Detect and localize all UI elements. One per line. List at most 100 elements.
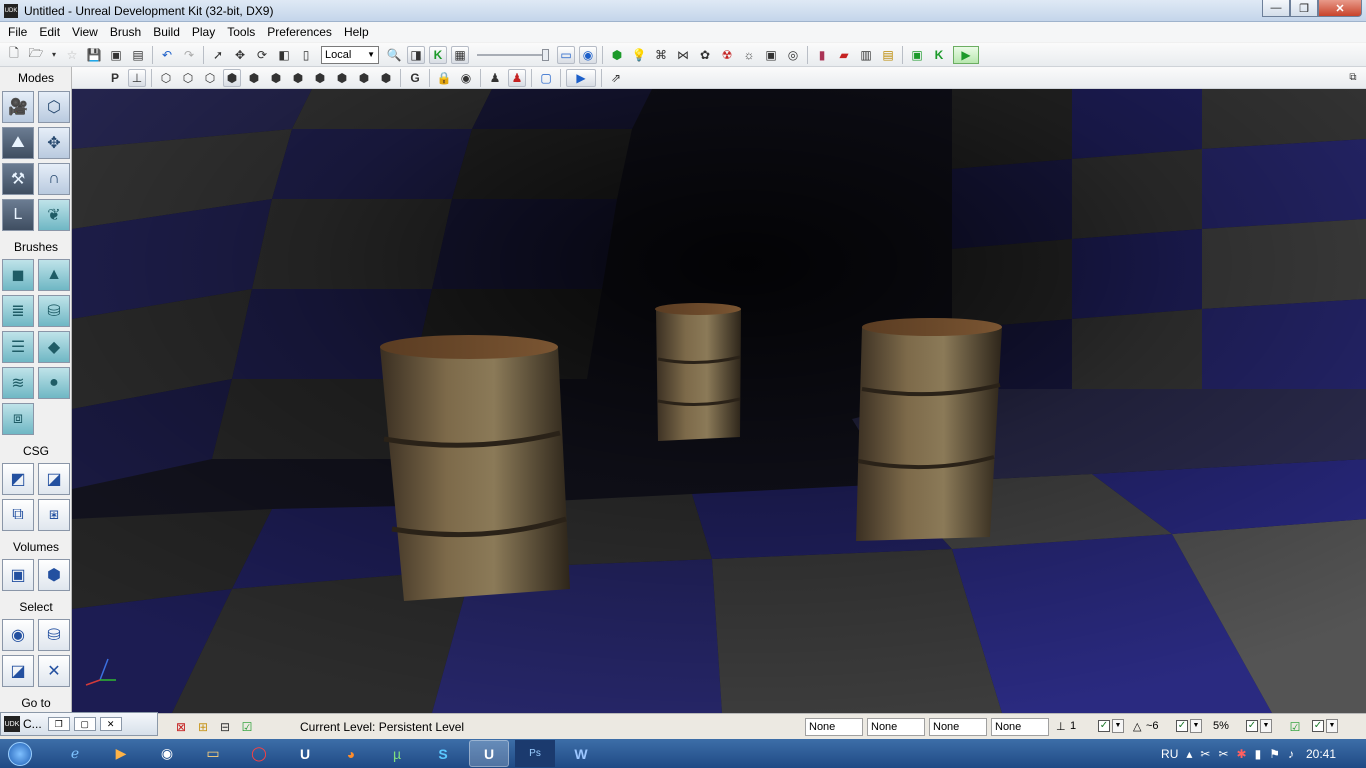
tray-alert-icon[interactable]: ✱: [1237, 747, 1247, 761]
open-icon[interactable]: 🗁: [27, 46, 45, 64]
mesh-paint-button[interactable]: ∩: [38, 163, 70, 195]
show-selected-button[interactable]: ◉: [2, 619, 34, 651]
status-field-1[interactable]: None: [805, 718, 863, 736]
csg-deintersect-button[interactable]: ⧆: [38, 499, 70, 531]
landscape-mode-button[interactable]: L: [2, 199, 34, 231]
sound-icon[interactable]: ◎: [784, 46, 802, 64]
slider-thumb[interactable]: [542, 48, 549, 61]
game-icon[interactable]: ◉: [147, 740, 187, 767]
package-icon[interactable]: ▥: [857, 46, 875, 64]
screenshot-icon[interactable]: ▣: [762, 46, 780, 64]
perspective-viewport[interactable]: [72, 89, 1366, 713]
save-as-icon[interactable]: ▣: [107, 46, 125, 64]
grid-size-dropdown[interactable]: ▼: [1112, 719, 1124, 733]
explorer-icon[interactable]: ▭: [193, 740, 233, 767]
geometry-mode-button[interactable]: ⬡: [38, 91, 70, 123]
menu-tools[interactable]: Tools: [221, 22, 261, 42]
close-icon[interactable]: ✕: [99, 717, 122, 731]
eye-icon[interactable]: ◉: [457, 69, 475, 87]
realtime-icon[interactable]: ♟: [486, 69, 504, 87]
camera-speed-slider[interactable]: [477, 48, 549, 61]
status-field-2[interactable]: None: [867, 718, 925, 736]
rotation-snap-checkbox[interactable]: ✓: [1176, 720, 1188, 732]
grid-snap-checkbox[interactable]: ✓: [1098, 720, 1110, 732]
network-icon[interactable]: ▮: [1255, 747, 1262, 761]
add-special-volume-button[interactable]: ⬢: [38, 559, 70, 591]
scale-snap-dropdown[interactable]: ▼: [1260, 719, 1272, 733]
viewport-type-icon[interactable]: ⊥: [128, 68, 146, 87]
texture-align-button[interactable]: ⚒: [2, 163, 34, 195]
kismet-icon[interactable]: K: [429, 45, 447, 64]
rotation-snap-dropdown[interactable]: ▼: [1190, 719, 1202, 733]
scale-snap-icon[interactable]: ⊟: [216, 718, 234, 736]
barrel-left[interactable]: [380, 335, 570, 601]
show-hidden-icons-icon[interactable]: ▴: [1186, 747, 1192, 761]
cube-brush-button[interactable]: ◼: [2, 259, 34, 291]
menu-play[interactable]: Play: [186, 22, 221, 42]
opera-icon[interactable]: ◯: [239, 740, 279, 767]
matinee-icon[interactable]: ▦: [451, 45, 469, 64]
flag-icon[interactable]: ⚑: [1269, 747, 1280, 761]
move-mode-button[interactable]: ✥: [38, 127, 70, 159]
realtime-preview-icon[interactable]: ☑: [1286, 718, 1304, 736]
redo-icon[interactable]: ↷: [180, 46, 198, 64]
csg-intersect-button[interactable]: ⧉: [2, 499, 34, 531]
shader-icon[interactable]: ▤: [879, 46, 897, 64]
restore-icon[interactable]: ❐: [47, 717, 70, 731]
unlit-icon[interactable]: ⬡: [201, 69, 219, 87]
brush-wireframe-icon[interactable]: ⬡: [157, 69, 175, 87]
coordinate-system-select[interactable]: Local ▼: [321, 45, 379, 64]
maximize-viewport-icon[interactable]: ⇗: [607, 69, 625, 87]
word-icon[interactable]: W: [561, 740, 601, 767]
build-geometry-icon[interactable]: ▭: [557, 45, 575, 64]
build-visible-icon[interactable]: ◉: [579, 45, 597, 64]
sheet-brush-button[interactable]: ◆: [38, 331, 70, 363]
preview-checkbox[interactable]: ✓: [1312, 720, 1324, 732]
cone-brush-button[interactable]: ▲: [38, 259, 70, 291]
tray-app-icon[interactable]: ✂: [1200, 747, 1210, 761]
build-paths-icon[interactable]: ⌘: [652, 46, 670, 64]
save-icon[interactable]: 💾: [85, 46, 103, 64]
menu-preferences[interactable]: Preferences: [261, 22, 338, 42]
scale-nonuniform-icon[interactable]: ▯: [297, 46, 315, 64]
publish-icon[interactable]: ▰: [835, 46, 853, 64]
translate-icon[interactable]: ✥: [231, 46, 249, 64]
detail-lighting-icon[interactable]: ⬢: [245, 69, 263, 87]
udk-active-icon[interactable]: U: [469, 740, 509, 767]
favorite-icon[interactable]: ☆: [63, 46, 81, 64]
lock-icon[interactable]: 🔒: [435, 69, 453, 87]
udk-taskbar-icon[interactable]: U: [285, 740, 325, 767]
terrain-mode-button[interactable]: ⛰: [2, 127, 34, 159]
content-browser-icon[interactable]: ◨: [407, 45, 425, 64]
clock[interactable]: 20:41: [1306, 747, 1336, 761]
utorrent-icon[interactable]: µ: [377, 740, 417, 767]
lighting-quality-icon[interactable]: ☢: [718, 46, 736, 64]
lit-icon[interactable]: ⬢: [223, 68, 241, 87]
status-field-3[interactable]: None: [929, 718, 987, 736]
spiral-stair-brush-button[interactable]: ≋: [2, 367, 34, 399]
photoshop-icon[interactable]: Ps: [515, 740, 555, 767]
start-button[interactable]: [0, 739, 40, 768]
play-button[interactable]: ▶: [953, 45, 979, 64]
build-lighting-icon[interactable]: ⬢: [608, 46, 626, 64]
bookmark-icon[interactable]: ▮: [813, 46, 831, 64]
minimized-window[interactable]: UDK C... ❐ ▢ ✕: [0, 712, 158, 736]
lightmap-density-icon[interactable]: ⬢: [355, 69, 373, 87]
menu-file[interactable]: File: [2, 22, 33, 42]
realtime-audio-icon[interactable]: ♟: [508, 68, 526, 87]
menu-edit[interactable]: Edit: [33, 22, 66, 42]
game-view-toggle[interactable]: G: [406, 69, 424, 87]
preview-dropdown[interactable]: ▼: [1326, 719, 1338, 733]
build-cover-icon[interactable]: ⋈: [674, 46, 692, 64]
light-complexity-icon[interactable]: ⬢: [289, 69, 307, 87]
select-arrow-icon[interactable]: ➚: [209, 46, 227, 64]
drag-grid-icon[interactable]: ⊠: [172, 718, 190, 736]
minimize-button[interactable]: —: [1262, 0, 1290, 17]
rotate-icon[interactable]: ⟳: [253, 46, 271, 64]
perspective-toggle[interactable]: P: [106, 69, 124, 87]
close-button[interactable]: ✕: [1318, 0, 1362, 17]
language-indicator[interactable]: RU: [1161, 747, 1178, 761]
csg-subtract-button[interactable]: ◪: [38, 463, 70, 495]
find-icon[interactable]: 🔍: [385, 46, 403, 64]
light-bulb-icon[interactable]: 💡: [630, 46, 648, 64]
